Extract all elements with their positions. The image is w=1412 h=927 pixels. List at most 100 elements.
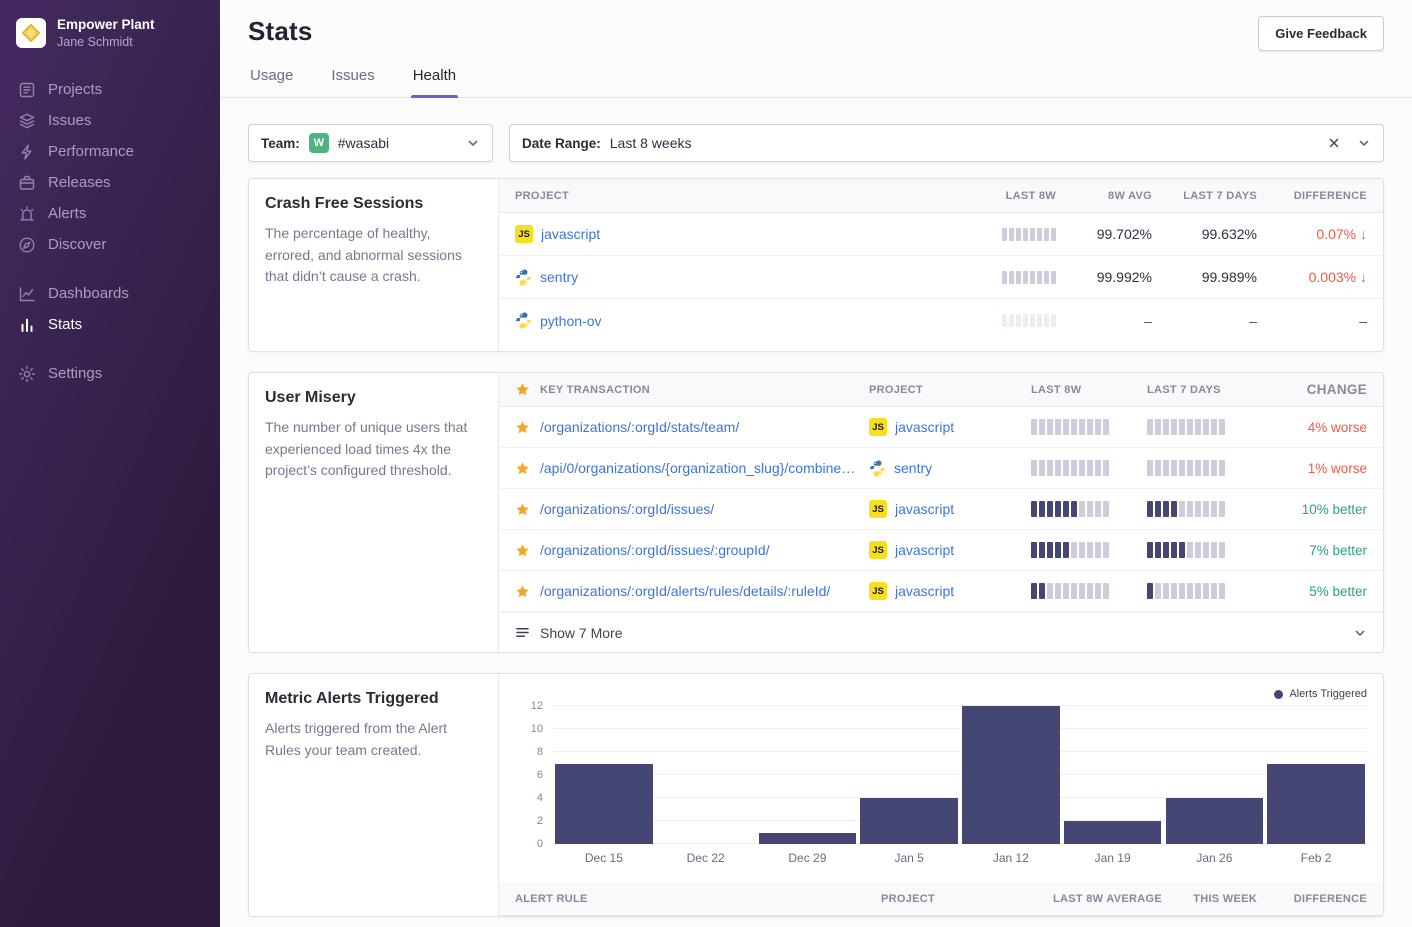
chart-x-label: Jan 5	[858, 851, 960, 865]
project-link[interactable]: javascript	[895, 419, 954, 435]
spark-bar	[1211, 542, 1217, 558]
star-icon[interactable]	[515, 502, 530, 517]
spark-bar	[1087, 583, 1093, 599]
gear-icon	[18, 365, 36, 383]
transaction-link[interactable]: /organizations/:orgId/alerts/rules/detai…	[540, 583, 830, 599]
star-icon[interactable]	[515, 461, 530, 476]
tab-usage[interactable]: Usage	[248, 59, 295, 97]
spark-bar	[1103, 542, 1109, 558]
project-link[interactable]: javascript	[895, 501, 954, 517]
spark-bar	[1071, 501, 1077, 517]
sparkline-8w	[1031, 501, 1147, 517]
chart-bar[interactable]	[555, 764, 653, 845]
sidebar-item-issues[interactable]: Issues	[0, 105, 220, 136]
chart-y-tick: 12	[531, 700, 543, 712]
transaction-link[interactable]: /organizations/:orgId/issues/	[540, 501, 714, 517]
panel-title: Crash Free Sessions	[265, 195, 482, 213]
column-header-alert-rule: ALERT RULE	[515, 893, 881, 905]
spark-bar	[1195, 460, 1201, 476]
user-misery-description: User Misery The number of unique users t…	[249, 373, 499, 652]
project-link[interactable]: javascript	[895, 542, 954, 558]
sparkline	[1002, 271, 1056, 284]
star-icon[interactable]	[515, 420, 530, 435]
spark-bar	[1063, 419, 1069, 435]
project-link[interactable]: sentry	[540, 269, 578, 285]
give-feedback-button[interactable]: Give Feedback	[1258, 16, 1384, 51]
project-link[interactable]: javascript	[541, 226, 600, 242]
column-header-last-7-days: LAST 7 DAYS	[1152, 190, 1257, 202]
sparkline-8w	[1031, 460, 1147, 476]
content: Team: W #wasabi Date Range: Last 8 weeks…	[220, 98, 1412, 927]
sidebar-item-projects[interactable]: Projects	[0, 74, 220, 105]
project-link[interactable]: javascript	[895, 583, 954, 599]
clear-icon[interactable]	[1327, 136, 1341, 150]
nav-section-gap	[0, 340, 220, 358]
change-value: 4% worse	[1263, 420, 1367, 435]
sidebar-item-discover[interactable]: Discover	[0, 229, 220, 260]
metric-alerts-chart-area: Alerts Triggered 024681012 Dec 15Dec 22D…	[499, 674, 1383, 916]
chart-bar[interactable]	[1267, 764, 1365, 845]
chart-x-axis: Dec 15Dec 22Dec 29Jan 5Jan 12Jan 19Jan 2…	[553, 844, 1367, 876]
sidebar-item-settings[interactable]: Settings	[0, 358, 220, 389]
chart-x-label: Feb 2	[1265, 851, 1367, 865]
chart-bar[interactable]	[962, 706, 1060, 844]
tab-issues[interactable]: Issues	[329, 59, 376, 97]
spark-bar	[1155, 542, 1161, 558]
column-header-last-8w: LAST 8W	[1031, 384, 1147, 396]
spark-bar	[1171, 419, 1177, 435]
chart-x-label: Dec 29	[757, 851, 859, 865]
spark-bar	[1147, 542, 1153, 558]
javascript-icon: JS	[869, 582, 887, 600]
spark-bar	[1071, 542, 1077, 558]
spark-bar	[1155, 583, 1161, 599]
date-range-select[interactable]: Date Range: Last 8 weeks	[509, 124, 1384, 162]
spark-bar	[1071, 419, 1077, 435]
column-header-this-week: THIS WEEK	[1162, 893, 1257, 905]
spark-bar	[1055, 583, 1061, 599]
chart-legend[interactable]: Alerts Triggered	[1274, 688, 1367, 700]
spark-bar	[1039, 542, 1045, 558]
column-header-difference: DIFFERENCE	[1257, 190, 1367, 202]
date-range-value: Last 8 weeks	[610, 135, 692, 151]
avg-8w-value: 99.992%	[1056, 269, 1152, 285]
project-link[interactable]: python-ov	[540, 313, 601, 329]
sparkline-7d	[1147, 419, 1263, 435]
chart-bar[interactable]	[1064, 821, 1162, 844]
difference-value: 0.07% ↓	[1257, 226, 1367, 242]
change-value: 5% better	[1263, 584, 1367, 599]
show-more-button[interactable]: Show 7 More	[499, 612, 1383, 652]
spark-bar	[1039, 460, 1045, 476]
spark-bar	[1044, 314, 1049, 327]
spark-bar	[1219, 583, 1225, 599]
sidebar-item-dashboards[interactable]: Dashboards	[0, 278, 220, 309]
team-select[interactable]: Team: W #wasabi	[248, 124, 493, 162]
chart-bar[interactable]	[759, 833, 857, 845]
spark-bar	[1079, 583, 1085, 599]
column-header-last-7-days: LAST 7 DAYS	[1147, 384, 1263, 396]
star-icon[interactable]	[515, 543, 530, 558]
sidebar-item-label: Issues	[48, 112, 91, 129]
spark-bar	[1079, 501, 1085, 517]
spark-bar	[1037, 271, 1042, 284]
star-icon[interactable]	[515, 584, 530, 599]
transaction-link[interactable]: /organizations/:orgId/stats/team/	[540, 419, 739, 435]
chart-bar[interactable]	[860, 798, 958, 844]
project-link[interactable]: sentry	[894, 460, 932, 476]
sidebar-item-performance[interactable]: Performance	[0, 136, 220, 167]
org-switcher[interactable]: Empower Plant Jane Schmidt	[0, 0, 220, 70]
panel-title: Metric Alerts Triggered	[265, 690, 482, 708]
sidebar-item-releases[interactable]: Releases	[0, 167, 220, 198]
sidebar-item-stats[interactable]: Stats	[0, 309, 220, 340]
transaction-link[interactable]: /api/0/organizations/{organization_slug}…	[540, 460, 855, 476]
spark-bar	[1044, 271, 1049, 284]
spark-bar	[1187, 583, 1193, 599]
sidebar-item-alerts[interactable]: Alerts	[0, 198, 220, 229]
spark-bar	[1023, 228, 1028, 241]
crash-free-description: Crash Free Sessions The percentage of he…	[249, 179, 499, 351]
chart-bar[interactable]	[1166, 798, 1264, 844]
transaction-link[interactable]: /organizations/:orgId/issues/:groupId/	[540, 542, 770, 558]
spark-bar	[1179, 460, 1185, 476]
chevron-down-icon[interactable]	[1357, 136, 1371, 150]
tab-health[interactable]: Health	[411, 59, 458, 97]
spark-bar	[1016, 314, 1021, 327]
